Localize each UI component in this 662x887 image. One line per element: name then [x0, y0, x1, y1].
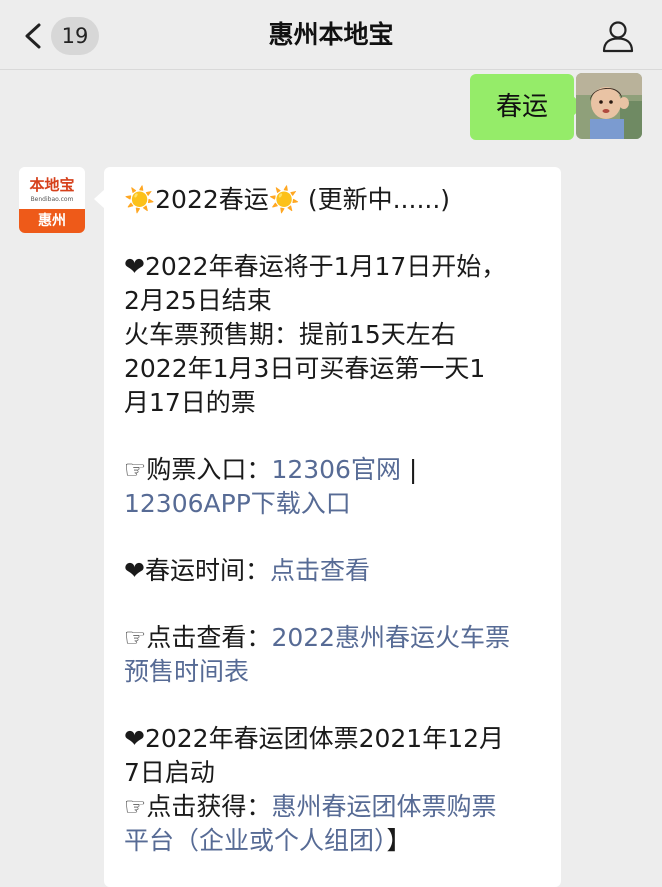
chat-title: 惠州本地宝: [268, 20, 394, 49]
text-span: 点击获得：: [146, 792, 272, 821]
message-title-line: ☀️2022春运☀️ (更新中......): [124, 183, 541, 217]
text-line: ❤2022年春运团体票2021年12月: [124, 722, 541, 756]
text-line: ☞购票入口：12306官网 |: [124, 453, 541, 487]
text-span: 春运时间：: [144, 556, 270, 585]
link-12306-app-download[interactable]: 12306APP下载入口: [124, 489, 351, 518]
user-avatar[interactable]: [576, 73, 642, 139]
bendibao-logo: 本地宝 Bendibao.com: [19, 167, 85, 209]
chevron-left-icon[interactable]: [22, 22, 46, 50]
person-icon[interactable]: [600, 18, 636, 54]
logo-site-text: Bendibao.com: [30, 196, 74, 203]
outgoing-message-text: 春运: [495, 92, 548, 122]
text-line: 7日启动: [124, 758, 215, 787]
text-span: 2022年春运将于1月17日开始，: [144, 252, 507, 281]
logo-city-text: 惠州: [19, 209, 85, 233]
text-line: 2月25日结束: [124, 286, 272, 315]
heart-icon: ❤: [124, 556, 145, 585]
pointing-hand-icon: ☞: [124, 792, 147, 821]
sun-icon: ☀️: [124, 185, 156, 214]
heart-icon: ❤: [124, 724, 145, 753]
incoming-message-bubble: ☀️2022春运☀️ (更新中......) ❤2022年春运将于1月17日开始…: [94, 167, 561, 887]
bendibao-avatar[interactable]: 本地宝 Bendibao.com 惠州: [19, 167, 85, 233]
link-presale-schedule[interactable]: 2022惠州春运火车票: [271, 623, 510, 652]
sun-icon: ☀️: [268, 185, 300, 214]
outgoing-message-bubble[interactable]: 春运: [469, 74, 585, 140]
text-line: ☞点击查看：2022惠州春运火车票: [124, 621, 541, 655]
text-line: ❤春运时间：点击查看: [124, 554, 541, 588]
message-title: 2022春运: [155, 185, 269, 214]
text-line: 平台（企业或个人组团）】: [124, 824, 541, 858]
text-span: 2022年春运团体票2021年12月: [144, 724, 505, 753]
text-line: 火车票预售期：提前15天左右: [124, 320, 456, 349]
pointing-hand-icon: ☞: [124, 455, 147, 484]
text-line: ❤2022年春运将于1月17日开始，: [124, 250, 541, 284]
link-12306-website[interactable]: 12306官网: [271, 455, 401, 484]
link-view-time[interactable]: 点击查看: [270, 556, 370, 585]
text-line: 预售时间表: [124, 655, 541, 689]
heart-icon: ❤: [124, 252, 145, 281]
text-line: 12306APP下载入口: [124, 487, 541, 521]
text-line: 2022年1月3日可买春运第一天1: [124, 354, 486, 383]
link-group-ticket-platform[interactable]: 平台（企业或个人组团）: [124, 826, 387, 855]
text-span: 】: [386, 826, 412, 855]
unread-count-badge[interactable]: 19: [51, 17, 99, 55]
child-photo-avatar-icon: [576, 73, 642, 139]
text-span: |: [400, 455, 418, 484]
link-presale-schedule[interactable]: 预售时间表: [124, 657, 249, 686]
logo-brand-text: 本地宝: [29, 176, 75, 194]
message-title-note: (更新中......): [299, 185, 451, 214]
text-span: 点击查看：: [146, 623, 272, 652]
text-span: 购票入口：: [146, 455, 272, 484]
chat-navbar: 19 惠州本地宝: [0, 0, 662, 70]
text-line: 月17日的票: [124, 388, 256, 417]
pointing-hand-icon: ☞: [124, 623, 147, 652]
text-line: ☞点击获得：惠州春运团体票购票: [124, 790, 541, 824]
link-group-ticket-platform[interactable]: 惠州春运团体票购票: [271, 792, 496, 821]
